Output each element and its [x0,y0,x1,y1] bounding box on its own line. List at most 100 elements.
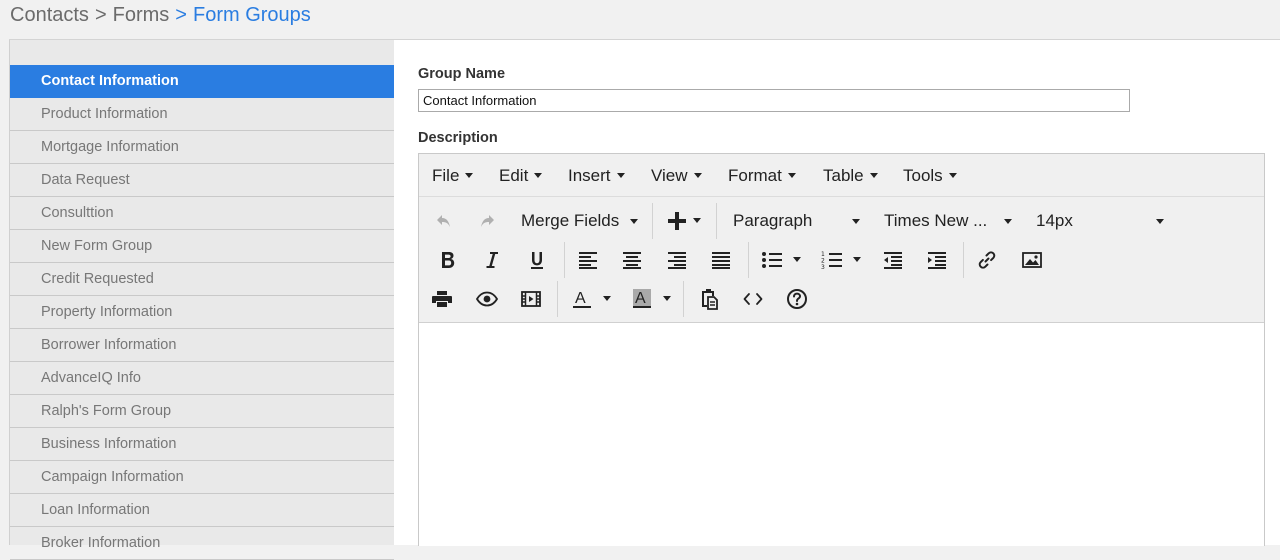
menu-format-label: Format [728,166,782,185]
toolbar-divider [652,203,653,239]
sidebar-item-credit-requested[interactable]: Credit Requested [10,263,394,296]
chevron-down-icon [630,219,638,224]
italic-button[interactable] [477,245,507,275]
editor-toolbar: File Edit Insert View Format Table Tools… [419,154,1264,323]
menu-insert[interactable]: Insert [568,154,625,196]
block-format-label: Paragraph [733,211,813,230]
breadcrumb: Contacts > Forms > Form Groups [10,4,311,27]
breadcrumb-forms[interactable]: Forms [113,4,170,26]
insert-plus-icon [668,212,686,230]
text-color-button[interactable]: A [566,284,616,314]
align-left-button[interactable] [573,245,603,275]
undo-icon [437,215,450,227]
svg-text:3: 3 [821,264,825,270]
group-name-label: Group Name [418,66,506,82]
print-button[interactable] [427,284,457,314]
menu-format[interactable]: Format [728,154,796,196]
chevron-down-icon [534,173,543,179]
editor-content-area[interactable] [419,323,1264,546]
indent-icon [928,252,946,269]
indent-button[interactable] [922,245,952,275]
chevron-down-icon [693,173,702,179]
form-group-editor: Group Name Description File Edit Insert … [418,40,1280,546]
breadcrumb-contacts[interactable]: Contacts [10,4,89,26]
font-family-label: Times New ... [884,211,988,230]
align-justify-icon [712,252,730,269]
numbered-list-button[interactable]: 123 [816,245,866,275]
italic-icon [486,252,498,268]
align-justify-button[interactable] [706,245,736,275]
sidebar-item-new-form-group[interactable]: New Form Group [10,230,394,263]
media-button[interactable] [516,284,546,314]
toolbar-divider [963,242,964,278]
align-left-icon [579,252,597,269]
outdent-button[interactable] [878,245,908,275]
svg-text:A: A [635,290,646,307]
align-right-icon [668,252,686,269]
sidebar-item-campaign-information[interactable]: Campaign Information [10,461,394,494]
underline-button[interactable] [522,245,552,275]
sidebar-item-product-information[interactable]: Product Information [10,98,394,131]
sidebar-item-contact-information[interactable]: Contact Information [10,65,394,98]
merge-fields-dropdown[interactable]: Merge Fields [521,206,638,236]
redo-button[interactable] [472,206,502,236]
align-center-button[interactable] [617,245,647,275]
description-label: Description [418,130,498,146]
chevron-down-icon [869,173,878,179]
merge-fields-label: Merge Fields [521,211,620,230]
menu-file-label: File [432,166,460,185]
menu-table-label: Table [823,166,864,185]
toolbar-divider [564,242,565,278]
breadcrumb-form-groups: Form Groups [192,4,311,26]
menu-tools[interactable]: Tools [903,154,957,196]
sidebar: Contact Information Product Information … [9,40,394,560]
sidebar-item-business-information[interactable]: Business Information [10,428,394,461]
bold-button[interactable] [433,245,463,275]
link-icon [978,251,996,269]
sidebar-item-property-information[interactable]: Property Information [10,296,394,329]
menu-view[interactable]: View [651,154,702,196]
menu-edit[interactable]: Edit [499,154,543,196]
help-icon [787,289,807,309]
font-family-dropdown[interactable]: Times New ... [884,206,1012,236]
preview-button[interactable] [472,284,502,314]
menu-view-label: View [651,166,688,185]
insert-plus-button[interactable] [664,206,704,236]
toolbar-divider [748,242,749,278]
sidebar-item-consulttion[interactable]: Consulttion [10,197,394,230]
preview-icon [476,291,498,307]
undo-button[interactable] [429,206,459,236]
link-button[interactable] [972,245,1002,275]
font-size-dropdown[interactable]: 14px [1036,206,1164,236]
help-button[interactable] [782,284,812,314]
menu-tools-label: Tools [903,166,943,185]
sidebar-item-data-request[interactable]: Data Request [10,164,394,197]
sidebar-item-mortgage-information[interactable]: Mortgage Information [10,131,394,164]
sidebar-item-loan-information[interactable]: Loan Information [10,494,394,527]
paste-button[interactable] [694,284,724,314]
print-icon [432,291,452,307]
background-color-button[interactable]: A [626,284,676,314]
bold-icon [442,252,455,268]
menu-file[interactable]: File [432,154,474,196]
menu-table[interactable]: Table [823,154,878,196]
text-color-icon: A [573,290,591,308]
sidebar-item-borrower-information[interactable]: Borrower Information [10,329,394,362]
chevron-down-icon [465,173,474,179]
background-color-icon: A [633,289,651,308]
rich-text-editor: File Edit Insert View Format Table Tools… [418,153,1265,546]
svg-text:A: A [575,290,586,307]
sidebar-item-ralphs-form-group[interactable]: Ralph's Form Group [10,395,394,428]
image-button[interactable] [1017,245,1047,275]
align-right-button[interactable] [662,245,692,275]
outdent-icon [884,252,902,269]
block-format-dropdown[interactable]: Paragraph [733,206,860,236]
source-code-button[interactable] [738,284,768,314]
group-name-input[interactable] [418,89,1130,112]
chevron-down-icon [793,256,801,262]
underline-icon [531,252,543,269]
bullet-list-button[interactable] [756,245,806,275]
chevron-down-icon [852,219,860,224]
sidebar-item-advanceiq-info[interactable]: AdvanceIQ Info [10,362,394,395]
image-icon [1022,252,1042,268]
